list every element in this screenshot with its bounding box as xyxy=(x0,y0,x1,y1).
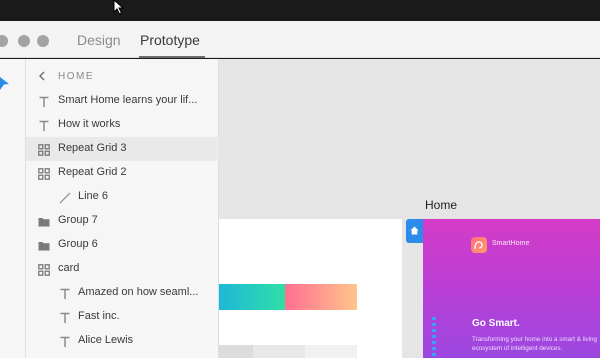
text-icon xyxy=(59,335,71,347)
layer-row[interactable]: Alice Lewis xyxy=(26,329,219,353)
tool-strip xyxy=(0,59,26,358)
gradient-card-pink xyxy=(285,284,357,310)
hero-tagline: Transforming your home into a smart & li… xyxy=(472,336,598,352)
active-tab-indicator xyxy=(139,56,205,58)
grey-block xyxy=(305,345,357,358)
layer-label: Repeat Grid 3 xyxy=(58,142,127,154)
window-zoom-button[interactable] xyxy=(37,35,49,47)
text-icon xyxy=(38,95,50,107)
layer-label: Fast inc. xyxy=(78,310,120,322)
layer-label: Group 7 xyxy=(58,214,98,226)
grey-block xyxy=(253,345,305,358)
layer-label: Repeat Grid 2 xyxy=(58,166,127,178)
text-icon xyxy=(59,311,71,323)
tab-prototype[interactable]: Prototype xyxy=(140,32,200,48)
text-icon xyxy=(59,287,71,299)
layer-row[interactable]: Line 6 xyxy=(26,185,219,209)
layer-row[interactable]: Fast inc. xyxy=(26,305,219,329)
repeat-grid-icon xyxy=(38,143,50,156)
folder-icon xyxy=(38,239,50,251)
layer-row[interactable]: Group 6 xyxy=(26,233,219,257)
text-icon xyxy=(38,119,50,131)
layer-label: Group 6 xyxy=(58,238,98,250)
title-bar: Design Prototype xyxy=(0,21,600,58)
layer-row[interactable]: Group 7 xyxy=(26,209,219,233)
hero-headline: Go Smart. xyxy=(472,318,520,329)
brand-name: SmartHome xyxy=(492,240,530,247)
select-tool-icon[interactable] xyxy=(0,77,10,91)
window-close-button[interactable] xyxy=(0,35,8,47)
artboard-home[interactable]: SmartHome Go Smart. Transforming your ho… xyxy=(423,219,600,358)
layer-row[interactable]: Smart Home learns your lif... xyxy=(26,89,219,113)
dotted-connector xyxy=(432,317,436,358)
layers-header: HOME xyxy=(26,59,219,93)
gradient-card-teal xyxy=(219,284,285,310)
layer-label: Alice Lewis xyxy=(78,334,134,346)
line-icon xyxy=(59,191,71,204)
grey-block xyxy=(219,345,253,358)
layer-row[interactable]: card xyxy=(26,257,219,281)
home-flow-marker[interactable] xyxy=(406,219,423,243)
mouse-cursor-icon xyxy=(113,0,125,15)
layer-row[interactable]: How it works xyxy=(26,113,219,137)
home-icon xyxy=(410,226,419,235)
layer-label: Line 6 xyxy=(78,190,108,202)
layers-breadcrumb: HOME xyxy=(58,71,94,82)
repeat-grid-icon xyxy=(38,263,50,276)
repeat-grid-icon xyxy=(38,167,50,180)
layers-panel: HOME Smart Home learns your lif... How it… xyxy=(26,59,219,358)
layer-row[interactable]: Amazed on how seaml... xyxy=(26,281,219,305)
layer-row[interactable]: Repeat Grid 2 xyxy=(26,161,219,185)
layer-label: Smart Home learns your lif... xyxy=(58,94,198,106)
canvas[interactable]: Home SmartHome Go Smart. Transforming yo… xyxy=(219,59,600,358)
layer-label: card xyxy=(58,262,80,274)
layer-label: Amazed on how seaml... xyxy=(78,286,199,298)
smarthome-logo-icon xyxy=(471,237,487,253)
layer-label: How it works xyxy=(58,118,121,130)
window-minimize-button[interactable] xyxy=(18,35,30,47)
tab-design[interactable]: Design xyxy=(77,32,121,48)
layer-row[interactable]: Repeat Grid 3 xyxy=(26,137,219,161)
chevron-left-icon[interactable] xyxy=(38,71,46,81)
artboard-label-home[interactable]: Home xyxy=(425,198,457,212)
desktop-background xyxy=(0,0,600,21)
folder-icon xyxy=(38,215,50,227)
